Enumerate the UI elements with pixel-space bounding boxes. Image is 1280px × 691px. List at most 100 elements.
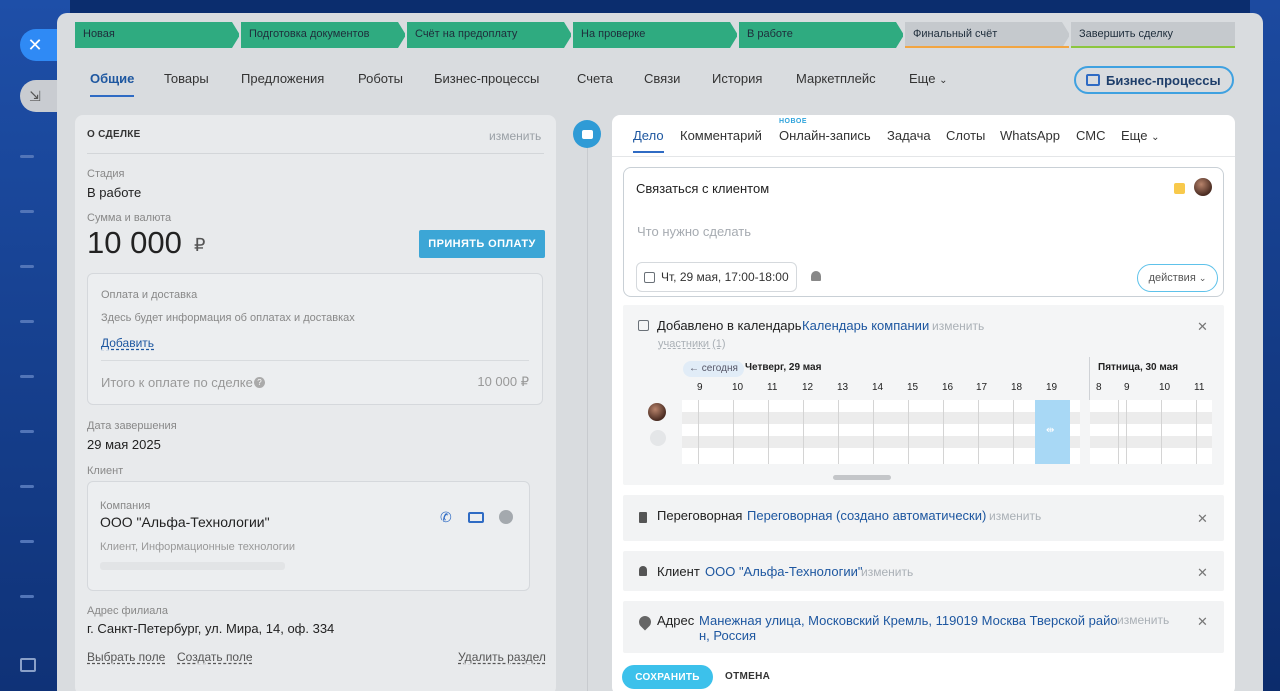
tab-general[interactable]: Общие [90,71,135,97]
section-title: О СДЕЛКЕ [87,129,141,140]
today-button[interactable]: ← сегодня [683,361,744,377]
change-client-link[interactable]: изменить [861,565,913,579]
sidebar-ghost-icon[interactable] [20,540,34,543]
calendar-grid[interactable]: ⇹ [682,400,1212,464]
selected-time-slot[interactable]: ⇹ [1035,400,1070,464]
stage-item[interactable]: Финальный счёт [905,22,1069,48]
company-name[interactable]: ООО "Альфа-Технологии" [100,514,270,530]
phone-icon[interactable]: ✆ [440,509,452,526]
chat-icon[interactable] [499,510,513,524]
close-icon[interactable]: ✕ [1197,565,1208,581]
resize-handle-icon[interactable]: ⇹ [1046,425,1054,436]
address-value: г. Санкт-Петербург, ул. Мира, 14, оф. 33… [87,621,335,636]
tab-products[interactable]: Товары [164,71,209,86]
create-field-link[interactable]: Создать поле [177,650,253,664]
edit-section-link[interactable]: изменить [489,129,541,143]
calendar-scrollbar[interactable] [833,475,891,480]
tab-comment[interactable]: Комментарий [680,128,762,143]
stage-item[interactable]: Подготовка документов [241,22,405,48]
tab-robots[interactable]: Роботы [358,71,403,86]
deadline-picker[interactable]: Чт, 29 мая, 17:00-18:00 [636,262,797,292]
sidebar-ghost-icon[interactable] [20,265,34,268]
actions-dropdown[interactable]: действия ⌄ [1137,264,1218,292]
stage-item[interactable]: Счёт на предоплату [407,22,571,48]
address-link-line1[interactable]: Манежная улица, Московский Кремль, 11901… [699,613,1118,628]
sidebar-ghost-icon[interactable] [20,210,34,213]
delete-section-link[interactable]: Удалить раздел [458,650,546,664]
payment-info-text: Здесь будет информация об оплатах и дост… [101,312,355,324]
tab-online-booking[interactable]: Онлайн-запись [779,128,871,143]
participants-link[interactable]: участники (1) [658,338,726,350]
tab-history[interactable]: История [712,71,762,86]
responsible-avatar[interactable] [1194,178,1212,196]
day-label-thursday: Четверг, 29 мая [745,362,822,373]
mail-icon[interactable] [468,512,484,523]
stage-item[interactable]: Новая [75,22,239,48]
accept-payment-button[interactable]: ПРИНЯТЬ ОПЛАТУ [419,230,545,258]
tab-more[interactable]: Еще ⌄ [909,71,947,86]
hour-label: 9 [1124,382,1130,393]
stage-item[interactable]: На проверке [573,22,737,48]
total-value: 10 000 ₽ [477,374,529,389]
tab-links[interactable]: Связи [644,71,680,86]
printer-icon[interactable] [20,658,36,672]
description-input[interactable]: Что нужно сделать [637,224,751,239]
sidebar-ghost-icon[interactable] [20,375,34,378]
company-calendar-link[interactable]: Календарь компании [802,318,929,333]
tab-business-processes[interactable]: Бизнес-процессы [434,71,539,86]
sidebar-ghost-icon[interactable] [20,485,34,488]
sum-value: 10 000 [87,225,182,260]
sidebar-ghost-icon[interactable] [20,155,34,158]
client-link[interactable]: ООО "Альфа-Технологии" [705,564,862,579]
close-icon[interactable]: ✕ [1197,319,1208,335]
tab-sms[interactable]: СМС [1076,128,1105,143]
tab-whatsapp[interactable]: WhatsApp [1000,128,1060,143]
add-payment-link[interactable]: Добавить [101,336,154,350]
address-link-line2[interactable]: н, Россия [699,628,756,643]
tab-slots[interactable]: Слоты [946,128,985,143]
room-icon [639,512,647,523]
change-calendar-link[interactable]: изменить [932,319,984,333]
change-room-link[interactable]: изменить [989,509,1041,523]
sidebar-ghost-icon[interactable] [20,595,34,598]
grid-line [698,400,699,464]
select-field-link[interactable]: Выбрать поле [87,650,165,664]
activity-editor-panel: НОВОЕ Дело Комментарий Онлайн-запись Зад… [612,115,1235,691]
stage-label: В работе [747,28,793,40]
room-link[interactable]: Переговорная (создано автоматически) [747,508,986,523]
change-address-link[interactable]: изменить [1117,613,1169,627]
save-button[interactable]: СОХРАНИТЬ [622,665,713,689]
business-processes-button[interactable]: Бизнес-процессы [1074,66,1234,94]
close-icon[interactable]: ✕ [1197,511,1208,527]
hour-label: 10 [1159,382,1171,393]
sidebar-ghost-icon[interactable] [20,430,34,433]
participant-avatar [648,403,666,421]
help-icon[interactable]: ? [254,377,265,388]
tab-marketplace[interactable]: Маркетплейс [796,71,876,86]
bell-icon[interactable] [811,271,821,281]
stage-item[interactable]: Завершить сделку [1071,22,1235,48]
room-block: Переговорная Переговорная (создано автом… [623,495,1224,541]
minimize-icon: ⇲ [29,87,41,104]
grid-line [803,400,804,464]
calendar-icon [638,320,649,331]
currency-symbol: ₽ [194,235,206,255]
stage-item-current[interactable]: В работе [739,22,903,48]
tab-invoices[interactable]: Счета [577,71,613,86]
tab-offers[interactable]: Предложения [241,71,324,86]
activity-title-input[interactable]: Связаться с клиентом [636,181,769,196]
address-block: Адрес Манежная улица, Московский Кремль,… [623,601,1224,653]
deadline-value: Чт, 29 мая, 17:00-18:00 [661,270,789,284]
close-icon[interactable]: ✕ [1197,614,1208,630]
hour-label: 13 [837,382,849,393]
company-description: Клиент, Информационные технологии [100,541,296,553]
grid-line [943,400,944,464]
color-marker-icon[interactable] [1174,183,1185,194]
sidebar-ghost-icon[interactable] [20,320,34,323]
room-label: Переговорная [657,508,743,523]
total-label: Итого к оплате по сделке [101,375,253,390]
cancel-button[interactable]: ОТМЕНА [725,671,770,682]
tab-more-activity[interactable]: Еще ⌄ [1121,128,1159,143]
tab-activity[interactable]: Дело [633,128,664,153]
tab-task[interactable]: Задача [887,128,931,143]
